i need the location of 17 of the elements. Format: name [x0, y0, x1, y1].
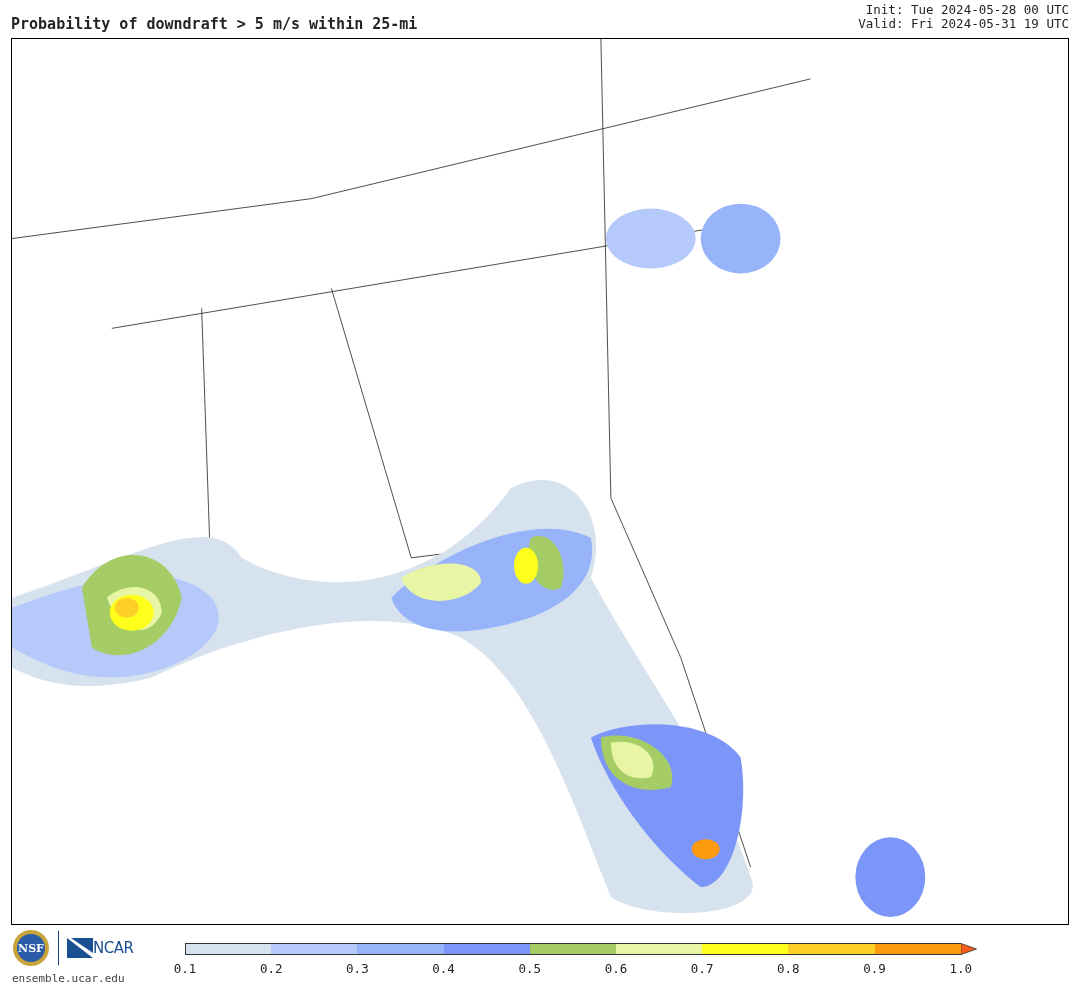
site-url: ensemble.ucar.edu: [12, 971, 126, 987]
valid-time: Valid: Fri 2024-05-31 19 UTC: [858, 17, 1069, 31]
chart-title: Probability of downdraft > 5 m/s within 25-mi: [11, 14, 418, 35]
tick-label: 0.8: [777, 961, 800, 976]
init-time: Init: Tue 2024-05-28 00 UTC: [864, 3, 1069, 17]
tick-label: 0.9: [863, 961, 886, 976]
tick-label: 0.5: [518, 961, 542, 976]
tick-label: 1.0: [949, 961, 972, 976]
seal-logo: NSF: [12, 929, 50, 967]
tick-label: 0.2: [259, 961, 283, 976]
tick-label: 0.7: [690, 961, 714, 976]
logo-text: NCAR: [93, 937, 134, 959]
tick-label: 0.1: [173, 961, 197, 976]
tick-label: 0.6: [604, 961, 628, 976]
ncar-mark-icon: [67, 938, 93, 958]
tick-label: 0.4: [432, 961, 455, 976]
tick-label: 0.3: [346, 961, 369, 976]
